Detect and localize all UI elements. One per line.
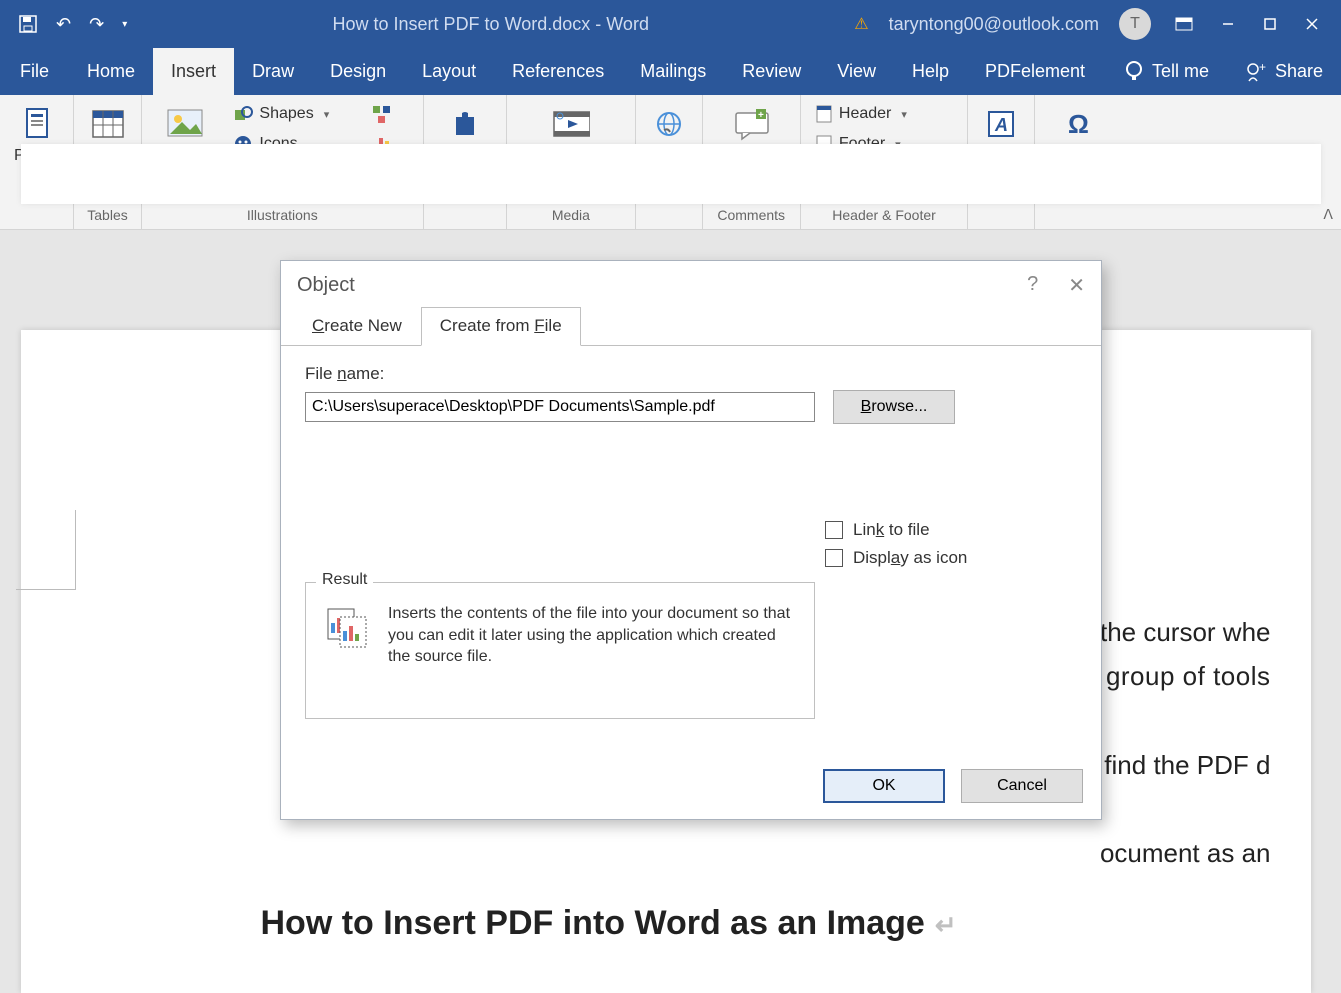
redo-icon[interactable]: ↷ <box>89 14 104 35</box>
help-icon[interactable]: ? <box>1027 273 1038 298</box>
warning-icon[interactable]: ⚠ <box>854 14 868 34</box>
display-as-icon-label: Display as icon <box>853 548 967 568</box>
result-icon <box>322 603 372 653</box>
link-to-file-label: Link to file <box>853 520 930 540</box>
shapes-icon <box>233 104 253 124</box>
lightbulb-icon <box>1124 60 1144 84</box>
file-name-input[interactable] <box>305 392 815 422</box>
close-dialog-icon[interactable]: ✕ <box>1068 273 1085 298</box>
symbols-icon: Ω <box>1061 105 1099 143</box>
result-box: Result Inserts the contents of the file … <box>305 582 815 719</box>
tab-design[interactable]: Design <box>312 48 404 95</box>
save-icon[interactable] <box>18 14 38 34</box>
tab-create-from-file[interactable]: Create from File <box>421 307 581 346</box>
tab-home[interactable]: Home <box>69 48 153 95</box>
tab-layout[interactable]: Layout <box>404 48 494 95</box>
cancel-button[interactable]: Cancel <box>961 769 1083 803</box>
tab-create-new[interactable]: Create New <box>293 307 421 345</box>
shapes-button[interactable]: Shapes <box>229 101 355 127</box>
pages-icon <box>18 105 56 143</box>
tab-pdfelement[interactable]: PDFelement <box>967 48 1103 95</box>
tab-review[interactable]: Review <box>724 48 819 95</box>
tab-view[interactable]: View <box>819 48 894 95</box>
maximize-icon[interactable] <box>1259 13 1281 35</box>
tab-references[interactable]: References <box>494 48 622 95</box>
ribbon-tabs: File Home Insert Draw Design Layout Refe… <box>0 48 1341 95</box>
tab-draw[interactable]: Draw <box>234 48 312 95</box>
text-icon: A <box>982 105 1020 143</box>
table-icon <box>89 105 127 143</box>
user-email[interactable]: taryntong00@outlook.com <box>889 14 1099 35</box>
tab-file[interactable]: File <box>0 48 69 95</box>
result-legend: Result <box>316 571 373 589</box>
quick-access-toolbar: ↶ ↷ ▾ <box>0 14 127 35</box>
svg-text:Ω: Ω <box>1068 109 1089 139</box>
avatar[interactable]: T <box>1119 8 1151 40</box>
page-corner-mark <box>16 510 76 590</box>
links-icon <box>650 105 688 143</box>
smartart-button[interactable] <box>367 101 413 127</box>
dialog-tabs: Create New Create from File <box>281 307 1101 346</box>
browse-button[interactable]: Browse... <box>833 390 955 424</box>
file-name-label: File name: <box>305 364 1077 384</box>
title-bar: ↶ ↷ ▾ How to Insert PDF to Word.docx - W… <box>0 0 1341 48</box>
doc-heading: How to Insert PDF into Word as an Image↵ <box>261 895 1271 953</box>
share-icon: + <box>1245 61 1267 83</box>
object-dialog: Object ? ✕ Create New Create from File F… <box>280 260 1102 820</box>
page-top-sliver <box>21 144 1321 204</box>
video-icon <box>552 105 590 143</box>
dialog-title: Object <box>297 274 355 297</box>
ribbon-display-icon[interactable] <box>1171 13 1197 35</box>
tab-insert[interactable]: Insert <box>153 48 234 95</box>
ok-button[interactable]: OK <box>823 769 945 803</box>
smartart-icon <box>371 104 393 124</box>
pilcrow-icon: ↵ <box>935 910 957 940</box>
tell-me[interactable]: Tell me <box>1106 48 1227 95</box>
collapse-ribbon-icon[interactable]: ᐱ <box>1323 206 1333 223</box>
header-button[interactable]: Header <box>811 101 957 127</box>
undo-icon[interactable]: ↶ <box>56 14 71 35</box>
tab-help[interactable]: Help <box>894 48 967 95</box>
link-to-file-checkbox[interactable] <box>825 521 843 539</box>
close-icon[interactable] <box>1301 13 1323 35</box>
addins-icon <box>446 105 484 143</box>
svg-text:A: A <box>994 115 1008 135</box>
share-button[interactable]: + Share <box>1227 48 1341 95</box>
result-text: Inserts the contents of the file into yo… <box>388 603 798 668</box>
header-icon <box>815 104 833 124</box>
svg-text:+: + <box>758 110 764 121</box>
svg-text:+: + <box>1259 61 1266 74</box>
minimize-icon[interactable] <box>1217 13 1239 35</box>
document-title: How to Insert PDF to Word.docx - Word <box>127 14 854 35</box>
comment-icon: + <box>732 105 770 143</box>
pictures-icon <box>166 105 204 143</box>
tab-mailings[interactable]: Mailings <box>622 48 724 95</box>
display-as-icon-checkbox[interactable] <box>825 549 843 567</box>
